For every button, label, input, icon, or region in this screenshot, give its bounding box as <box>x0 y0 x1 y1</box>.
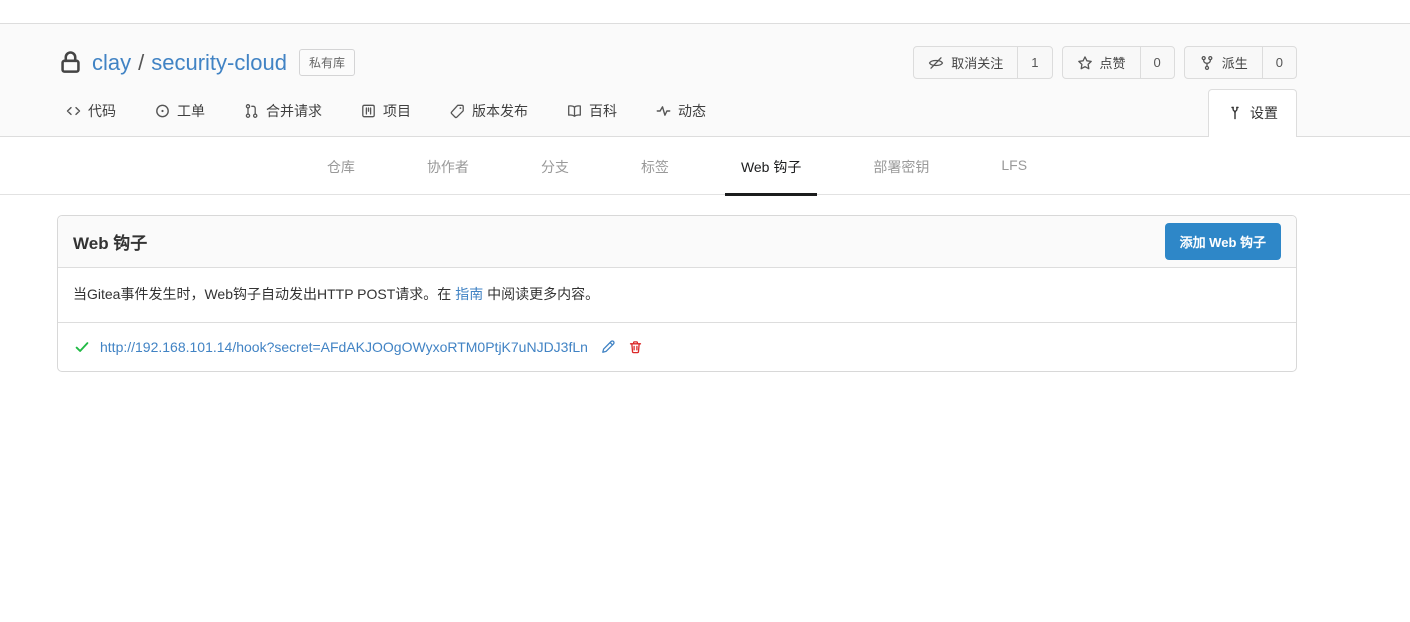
repo-title-row: clay / security-cloud 私有库 取消关注 <box>57 24 1297 79</box>
unwatch-button[interactable]: 取消关注 <box>914 47 1017 78</box>
forks-count[interactable]: 0 <box>1262 47 1296 78</box>
star-button[interactable]: 点赞 <box>1063 47 1140 78</box>
tab-activity[interactable]: 动态 <box>647 91 714 136</box>
fork-button-group: 派生 0 <box>1184 46 1297 79</box>
add-webhook-button[interactable]: 添加 Web 钩子 <box>1165 223 1281 260</box>
watchers-count[interactable]: 1 <box>1017 47 1051 78</box>
private-repo-badge: 私有库 <box>299 49 355 76</box>
tab-label: 版本发布 <box>472 101 528 121</box>
repo-header-wrapper: clay / security-cloud 私有库 取消关注 <box>0 23 1410 137</box>
project-icon <box>360 103 377 119</box>
tab-label: 代码 <box>88 101 116 121</box>
fork-button[interactable]: 派生 <box>1185 47 1262 78</box>
panel-title: Web 钩子 <box>73 229 147 254</box>
guide-link[interactable]: 指南 <box>455 286 483 302</box>
subnav-item-webhooks[interactable]: Web 钩子 <box>725 157 817 196</box>
tab-label: 动态 <box>678 101 706 121</box>
subnav-item-branches[interactable]: 分支 <box>525 157 585 196</box>
eye-slash-icon <box>928 55 944 71</box>
tab-wiki[interactable]: 百科 <box>558 91 625 136</box>
check-icon <box>73 339 91 355</box>
tab-settings[interactable]: 设置 <box>1208 89 1297 137</box>
tag-icon <box>449 103 466 119</box>
repo-name-link[interactable]: security-cloud <box>151 50 287 76</box>
tab-label: 合并请求 <box>266 101 322 121</box>
subnav-item-collaborators[interactable]: 协作者 <box>411 157 485 196</box>
tab-label: 设置 <box>1250 103 1278 123</box>
lock-icon <box>57 49 84 76</box>
tab-projects[interactable]: 项目 <box>352 91 419 136</box>
delete-webhook-trash-icon[interactable] <box>628 339 643 355</box>
activity-icon <box>655 103 672 119</box>
webhook-list-item: http://192.168.101.14/hook?secret=AFdAKJ… <box>58 323 1296 371</box>
tools-icon <box>1227 105 1243 121</box>
star-button-group: 点赞 0 <box>1062 46 1175 79</box>
repo-title-separator: / <box>138 50 144 76</box>
repo-title: clay / security-cloud <box>92 50 287 76</box>
webhooks-description: 当Gitea事件发生时，Web钩子自动发出HTTP POST请求。在 指南 中阅… <box>58 268 1296 323</box>
webhook-url-link[interactable]: http://192.168.101.14/hook?secret=AFdAKJ… <box>100 339 588 355</box>
description-text-after: 中阅读更多内容。 <box>483 286 599 302</box>
star-label: 点赞 <box>1100 53 1126 72</box>
stars-count[interactable]: 0 <box>1140 47 1174 78</box>
repo-actions: 取消关注 1 点赞 0 <box>913 46 1297 79</box>
unwatch-label: 取消关注 <box>951 53 1003 72</box>
pull-request-icon <box>243 103 260 119</box>
edit-webhook-pencil-icon[interactable] <box>600 339 616 355</box>
tab-issues[interactable]: 工单 <box>146 91 213 136</box>
code-icon <box>65 103 82 119</box>
webhooks-panel-header: Web 钩子 添加 Web 钩子 <box>58 216 1296 268</box>
tab-label: 项目 <box>383 101 411 121</box>
tab-label: 工单 <box>177 101 205 121</box>
tab-releases[interactable]: 版本发布 <box>441 91 536 136</box>
fork-label: 派生 <box>1222 53 1248 72</box>
fork-icon <box>1199 55 1215 71</box>
subnav-item-deploy-keys[interactable]: 部署密钥 <box>857 157 945 196</box>
tab-code[interactable]: 代码 <box>57 91 124 136</box>
webhooks-panel: Web 钩子 添加 Web 钩子 当Gitea事件发生时，Web钩子自动发出HT… <box>57 215 1297 372</box>
star-icon <box>1077 55 1093 71</box>
issue-icon <box>154 103 171 119</box>
global-nav-remnant <box>0 0 1410 23</box>
subnav-item-repository[interactable]: 仓库 <box>311 157 371 196</box>
repo-owner-link[interactable]: clay <box>92 50 131 76</box>
subnav-item-tags[interactable]: 标签 <box>625 157 685 196</box>
repo-tabs: 代码 工单 合并请求 <box>57 89 1297 136</box>
settings-subnav: 仓库 协作者 分支 标签 Web 钩子 部署密钥 LFS <box>57 137 1297 194</box>
settings-subnav-wrapper: 仓库 协作者 分支 标签 Web 钩子 部署密钥 LFS <box>0 137 1410 195</box>
unwatch-button-group: 取消关注 1 <box>913 46 1052 79</box>
tab-label: 百科 <box>589 101 617 121</box>
subnav-item-lfs[interactable]: LFS <box>985 157 1043 196</box>
book-icon <box>566 103 583 119</box>
description-text-before: 当Gitea事件发生时，Web钩子自动发出HTTP POST请求。在 <box>73 286 455 302</box>
tab-pull-requests[interactable]: 合并请求 <box>235 91 330 136</box>
